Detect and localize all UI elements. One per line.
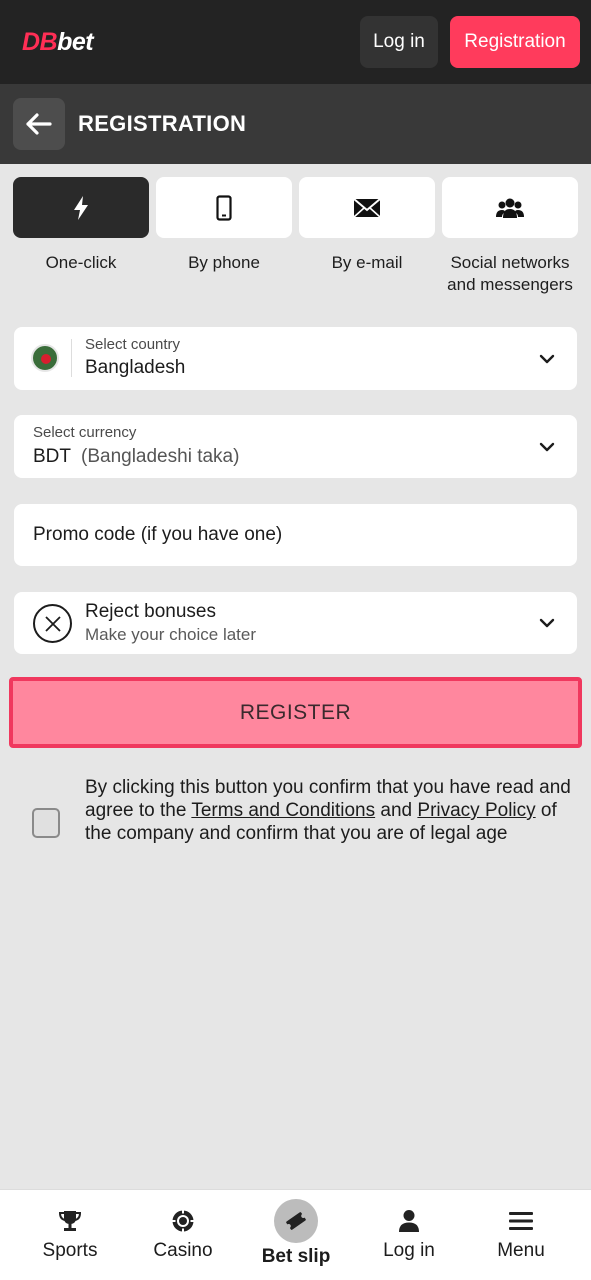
chevron-down-icon	[539, 354, 555, 363]
login-button[interactable]: Log in	[360, 16, 438, 68]
dbbet-logo[interactable]: DBbet	[22, 28, 94, 57]
phone-icon	[216, 194, 232, 221]
registration-title-bar: REGISTRATION	[0, 84, 591, 164]
close-circle-icon	[33, 604, 72, 643]
nav-bet-slip[interactable]: Bet slip	[237, 1190, 355, 1280]
top-header: DBbet Log in Registration	[0, 0, 591, 84]
bonus-subtitle: Make your choice later	[85, 625, 257, 644]
tab-label-one-click: One-click	[45, 253, 117, 272]
divider	[71, 339, 72, 377]
nav-menu-label: Menu	[497, 1240, 545, 1261]
country-select[interactable]: Select country Bangladesh	[14, 327, 577, 390]
chevron-down-icon	[539, 442, 555, 451]
consent-text: By clicking this button you confirm that…	[85, 776, 573, 845]
bonus-title: Reject bonuses	[85, 601, 216, 622]
logo-db: DB	[22, 28, 58, 56]
tab-by-email[interactable]	[299, 177, 435, 238]
country-value: Bangladesh	[85, 357, 186, 378]
back-button[interactable]	[13, 98, 65, 150]
country-label: Select country	[85, 336, 181, 353]
page-title: REGISTRATION	[78, 111, 247, 136]
currency-select[interactable]: Select currency BDT (Bangladeshi taka)	[14, 415, 577, 478]
privacy-policy-link[interactable]: Privacy Policy	[417, 800, 535, 821]
lightning-icon	[74, 195, 88, 220]
bottom-navigation: Sports Casino Bet slip Log in Menu	[0, 1189, 591, 1280]
registration-button[interactable]: Registration	[450, 16, 580, 68]
promo-code-placeholder: Promo code (if you have one)	[33, 524, 283, 545]
casino-chip-icon	[172, 1210, 194, 1232]
currency-name: (Bangladeshi taka)	[81, 446, 240, 467]
trophy-icon	[58, 1211, 82, 1231]
tab-label-by-email: By e-mail	[331, 253, 403, 272]
promo-code-field[interactable]: Promo code (if you have one)	[14, 504, 577, 566]
tab-one-click[interactable]	[13, 177, 149, 238]
consent-checkbox[interactable]	[32, 808, 60, 838]
hamburger-icon	[509, 1212, 533, 1230]
nav-bet-slip-label: Bet slip	[261, 1246, 331, 1267]
tab-label-social: Social networks and messengers	[447, 253, 573, 294]
nav-menu[interactable]: Menu	[462, 1190, 580, 1280]
user-icon	[399, 1210, 419, 1232]
tab-by-phone[interactable]	[156, 177, 292, 238]
currency-code: BDT	[33, 446, 71, 467]
nav-casino-label: Casino	[153, 1240, 213, 1261]
tab-social-networks[interactable]	[442, 177, 578, 238]
nav-log-in[interactable]: Log in	[350, 1190, 468, 1280]
consent-text-part2: and	[375, 800, 418, 821]
currency-label: Select currency	[33, 424, 137, 441]
chevron-down-icon	[539, 618, 555, 628]
bangladesh-flag-icon	[31, 344, 59, 372]
logo-bet: bet	[57, 28, 94, 56]
ticket-icon	[274, 1199, 318, 1243]
nav-sports[interactable]: Sports	[11, 1190, 129, 1280]
nav-casino[interactable]: Casino	[124, 1190, 242, 1280]
bonus-select[interactable]: Reject bonuses Make your choice later	[14, 592, 577, 654]
envelope-icon	[353, 197, 381, 218]
tab-label-by-phone: By phone	[188, 253, 260, 272]
nav-log-in-label: Log in	[383, 1240, 435, 1261]
terms-link[interactable]: Terms and Conditions	[191, 800, 375, 821]
users-icon	[496, 198, 524, 218]
nav-sports-label: Sports	[42, 1240, 98, 1261]
arrow-left-icon	[26, 113, 52, 135]
register-button[interactable]: REGISTER	[9, 677, 582, 748]
